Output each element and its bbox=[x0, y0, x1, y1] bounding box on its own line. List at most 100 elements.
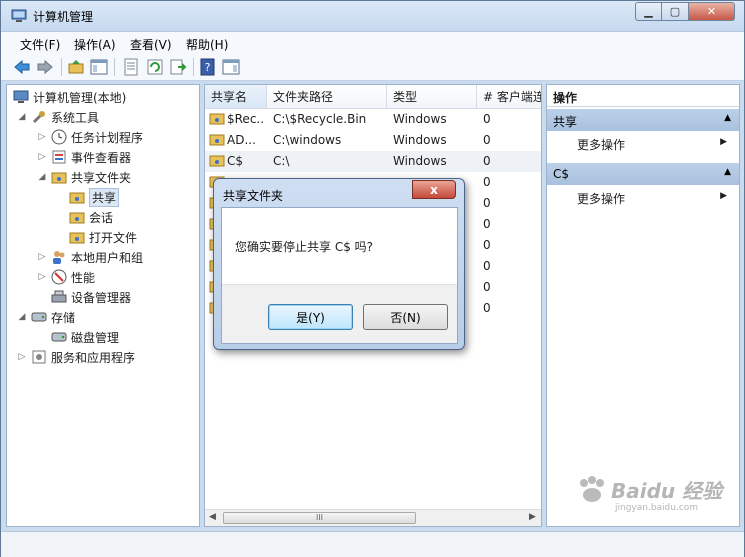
dialog-body: 您确实要停止共享 C$ 吗? 是(Y) 否(N) bbox=[221, 207, 458, 344]
table-row[interactable]: AD... C:\windows Windows 0 bbox=[205, 130, 541, 151]
menu-action[interactable]: 操作(A) bbox=[74, 36, 116, 53]
tree-label: 事件查看器 bbox=[71, 150, 132, 165]
refresh-icon[interactable] bbox=[146, 58, 164, 76]
share-icon bbox=[209, 134, 225, 146]
collapse-up-icon[interactable]: ▲ bbox=[724, 167, 731, 177]
tree-item-event-viewer[interactable]: ▷ 事件查看器 bbox=[37, 147, 131, 167]
tree-item-device-manager[interactable]: 设备管理器 bbox=[51, 287, 131, 307]
more-actions-c[interactable]: 更多操作 bbox=[577, 190, 625, 207]
actions-section-shares[interactable]: 共享 ▲ bbox=[547, 109, 739, 131]
tree-label: 磁盘管理 bbox=[71, 330, 120, 345]
cell-clients: 0 bbox=[483, 238, 491, 252]
horizontal-scrollbar[interactable]: ◀ III ▶ bbox=[205, 509, 541, 526]
tree-item-performance[interactable]: ▷ 性能 bbox=[37, 267, 95, 287]
forward-arrow-icon[interactable] bbox=[36, 58, 54, 76]
share-icon bbox=[69, 192, 85, 204]
cell-share-name: AD... bbox=[227, 133, 256, 147]
show-action-pane-icon[interactable] bbox=[222, 58, 240, 76]
collapse-up-icon[interactable]: ▲ bbox=[724, 113, 731, 123]
menu-file[interactable]: 文件(F) bbox=[20, 36, 60, 53]
title-bar[interactable]: 计算机管理 ▁ ▢ ✕ bbox=[1, 1, 744, 31]
tree-label: 设备管理器 bbox=[71, 290, 132, 305]
tree-item-system-tools[interactable]: ◢ 系统工具 bbox=[17, 107, 99, 127]
dialog-close-button[interactable]: x bbox=[412, 180, 456, 199]
tree-item-root[interactable]: 计算机管理(本地) bbox=[13, 87, 126, 107]
confirm-dialog: 共享文件夹 x 您确实要停止共享 C$ 吗? 是(Y) 否(N) bbox=[213, 178, 465, 350]
submenu-arrow-icon: ▶ bbox=[720, 137, 727, 147]
tree-label: 性能 bbox=[71, 270, 96, 285]
tree-item-services[interactable]: ▷ 服务和应用程序 bbox=[17, 347, 135, 367]
section-label: C$ bbox=[553, 167, 570, 181]
tree-item-shares[interactable]: 共享 bbox=[69, 187, 120, 207]
collapsed-arrow-icon[interactable]: ▷ bbox=[37, 132, 47, 142]
device-manager-icon bbox=[51, 290, 67, 303]
dialog-footer: 是(Y) 否(N) bbox=[222, 284, 457, 343]
properties-icon[interactable] bbox=[122, 58, 140, 76]
expanded-arrow-icon[interactable]: ◢ bbox=[17, 112, 27, 122]
scroll-thumb[interactable]: III bbox=[223, 512, 416, 524]
cell-clients: 0 bbox=[483, 217, 491, 231]
no-button[interactable]: 否(N) bbox=[363, 304, 448, 330]
collapsed-arrow-icon[interactable]: ▷ bbox=[37, 272, 47, 282]
clock-icon bbox=[51, 129, 67, 145]
storage-icon bbox=[31, 312, 47, 322]
cell-clients: 0 bbox=[483, 301, 491, 315]
table-row[interactable]: C$ C:\ Windows 0 bbox=[205, 151, 541, 172]
share-icon bbox=[209, 155, 225, 167]
tree-item-open-files[interactable]: 打开文件 bbox=[69, 227, 137, 247]
collapsed-arrow-icon[interactable]: ▷ bbox=[37, 152, 47, 162]
cell-folder-path: C:\$Recycle.Bin bbox=[273, 112, 367, 126]
column-header-type[interactable]: 类型 bbox=[387, 85, 477, 109]
tree-label: 共享文件夹 bbox=[71, 170, 132, 185]
tree-item-local-users[interactable]: ▷ 本地用户和组 bbox=[37, 247, 143, 267]
menu-help[interactable]: 帮助(H) bbox=[186, 36, 228, 53]
cell-share-name: $Rec... bbox=[227, 112, 265, 126]
tree-label: 共享 bbox=[89, 187, 120, 207]
up-folder-icon[interactable] bbox=[67, 58, 85, 76]
minimize-button[interactable]: ▁ bbox=[635, 2, 662, 21]
scroll-left-icon[interactable]: ◀ bbox=[209, 512, 216, 522]
column-header-folder-path[interactable]: 文件夹路径 bbox=[267, 85, 387, 109]
actions-section-c[interactable]: C$ ▲ bbox=[547, 163, 739, 185]
tree-label: 服务和应用程序 bbox=[51, 350, 136, 365]
cell-clients: 0 bbox=[483, 154, 491, 168]
expanded-arrow-icon[interactable]: ◢ bbox=[17, 312, 27, 322]
maximize-button[interactable]: ▢ bbox=[662, 2, 689, 21]
column-header-clients[interactable]: # 客户端连 bbox=[477, 85, 541, 109]
toolbar: ? bbox=[1, 53, 744, 81]
export-list-icon[interactable] bbox=[169, 58, 187, 76]
scroll-right-icon[interactable]: ▶ bbox=[529, 512, 536, 522]
disk-icon bbox=[51, 332, 67, 342]
cell-type: Windows bbox=[393, 154, 447, 168]
tree-label: 本地用户和组 bbox=[71, 250, 144, 265]
svg-text:?: ? bbox=[205, 61, 211, 74]
tree-label: 存储 bbox=[51, 310, 76, 325]
cell-folder-path: C:\windows bbox=[273, 133, 342, 147]
sessions-icon bbox=[69, 212, 85, 224]
cell-clients: 0 bbox=[483, 196, 491, 210]
more-actions-shares[interactable]: 更多操作 bbox=[577, 136, 625, 153]
menu-bar: 文件(F) 操作(A) 查看(V) 帮助(H) bbox=[1, 31, 744, 53]
cell-clients: 0 bbox=[483, 175, 491, 189]
column-header-share-name[interactable]: 共享名 bbox=[205, 85, 267, 109]
tree-item-disk-management[interactable]: 磁盘管理 bbox=[51, 327, 119, 347]
collapsed-arrow-icon[interactable]: ▷ bbox=[17, 352, 27, 362]
show-hide-tree-icon[interactable] bbox=[90, 58, 108, 76]
yes-button[interactable]: 是(Y) bbox=[268, 304, 353, 330]
computer-management-icon bbox=[11, 9, 27, 22]
collapsed-arrow-icon[interactable]: ▷ bbox=[37, 252, 47, 262]
tree-item-task-scheduler[interactable]: ▷ 任务计划程序 bbox=[37, 127, 143, 147]
actions-title: 操作 bbox=[547, 85, 739, 107]
menu-view[interactable]: 查看(V) bbox=[130, 36, 172, 53]
table-row[interactable]: $Rec... C:\$Recycle.Bin Windows 0 bbox=[205, 109, 541, 130]
close-button[interactable]: ✕ bbox=[689, 2, 735, 21]
back-arrow-icon[interactable] bbox=[13, 58, 31, 76]
tree-item-sessions[interactable]: 会话 bbox=[69, 207, 113, 227]
help-icon[interactable]: ? bbox=[199, 58, 217, 76]
tree-item-shared-folders[interactable]: ◢ 共享文件夹 bbox=[37, 167, 131, 187]
tree-item-storage[interactable]: ◢ 存储 bbox=[17, 307, 75, 327]
expanded-arrow-icon[interactable]: ◢ bbox=[37, 172, 47, 182]
tree-label: 系统工具 bbox=[51, 110, 100, 125]
users-icon bbox=[53, 251, 65, 264]
dialog-title: 共享文件夹 bbox=[223, 189, 284, 203]
